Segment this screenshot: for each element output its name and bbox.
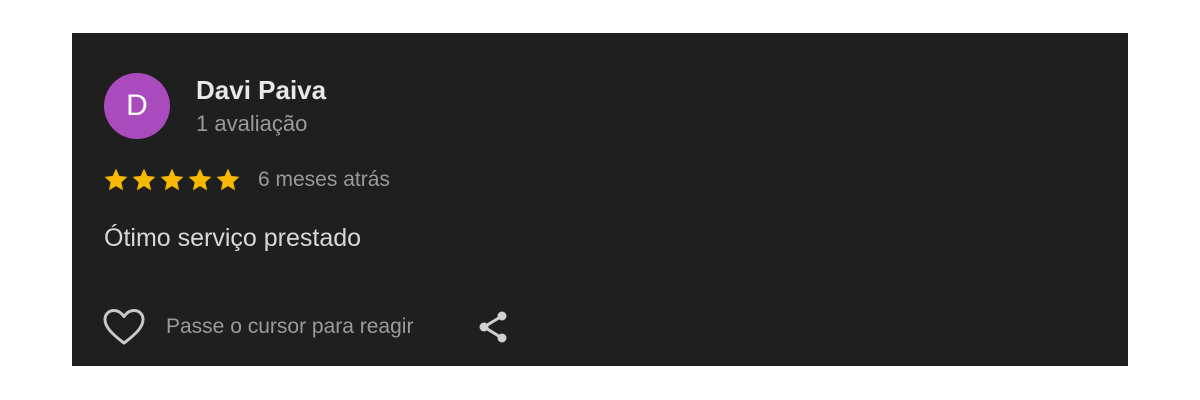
reviewer-review-count: 1 avaliação (196, 111, 308, 136)
review-card: D Davi Paiva 1 avaliação 6 meses atrás Ó… (72, 33, 1128, 366)
react-label: Passe o cursor para reagir (166, 315, 414, 338)
star-icon (130, 166, 158, 194)
star-icon (158, 166, 186, 194)
star-icon (102, 166, 130, 194)
rating-row: 6 meses atrás (102, 163, 390, 197)
review-text: Ótimo serviço prestado (104, 224, 362, 252)
react-button[interactable]: Passe o cursor para reagir (102, 308, 413, 346)
star-rating (102, 166, 242, 194)
avatar-initial: D (126, 89, 148, 122)
star-icon (214, 166, 242, 194)
star-icon (186, 166, 214, 194)
review-actions: Passe o cursor para reagir (102, 307, 513, 347)
reviewer-name[interactable]: Davi Paiva (196, 75, 326, 106)
review-time: 6 meses atrás (258, 168, 390, 191)
share-button[interactable] (473, 307, 513, 347)
heart-icon[interactable] (102, 308, 146, 346)
avatar[interactable]: D (104, 73, 170, 139)
share-icon[interactable] (475, 309, 511, 345)
